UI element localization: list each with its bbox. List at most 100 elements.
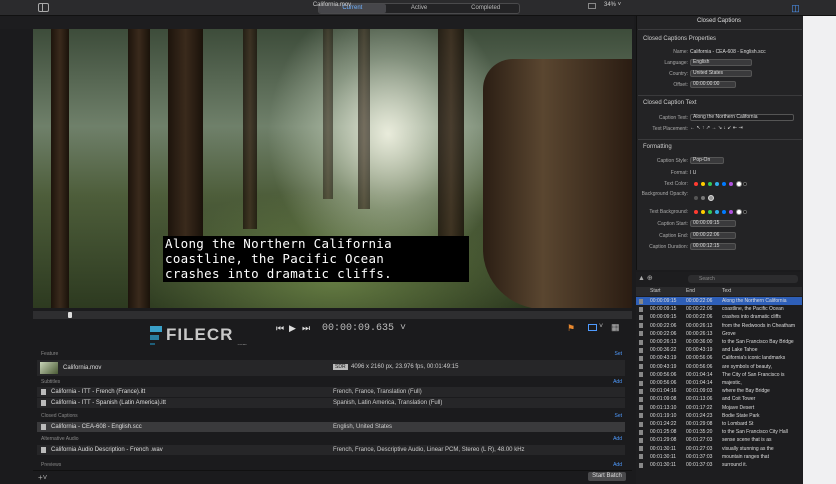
caption-list-row[interactable]: 00:01:04:16 00:01:09:03 where the Bay Brid…: [636, 387, 802, 395]
caption-list-row[interactable]: 00:01:30:11 00:01:27:03 visually stunning …: [636, 445, 802, 453]
batch-icon[interactable]: ▦: [611, 322, 620, 333]
timecode-display[interactable]: 00:00:09.635 ˅: [322, 323, 406, 334]
caption-list-row[interactable]: 00:01:29:08 00:01:27:03 sense scene that i…: [636, 436, 802, 444]
caption-list-row[interactable]: 00:00:09:15 00:00:22:06 coastline, the Pac…: [636, 305, 802, 313]
caption-list-row[interactable]: 00:00:26:13 00:00:36:00 to the San Francis…: [636, 338, 802, 346]
text-color-label: Text Color:: [664, 181, 688, 187]
skip-back-icon[interactable]: ⏮: [276, 323, 284, 334]
caption-end-field[interactable]: 00:00:22:06: [690, 232, 736, 239]
caption-list-row[interactable]: 00:00:56:06 00:01:04:14 majestic,: [636, 379, 802, 387]
feature-set-button[interactable]: Set: [614, 351, 622, 357]
color-swatch[interactable]: [694, 182, 698, 186]
divider: [638, 139, 802, 140]
caption-list-row[interactable]: 00:00:36:22 00:00:43:19 and Lake Tahoe: [636, 346, 802, 354]
add-remove-caption-icons[interactable]: ▲ ⊕: [638, 274, 653, 282]
caption-duration-field[interactable]: 00:00:12:15: [690, 243, 736, 250]
format-buttons[interactable]: I U: [690, 170, 696, 176]
alt-audio-row[interactable]: California Audio Description - French .w…: [37, 445, 625, 455]
caption-list-row[interactable]: 00:00:22:06 00:00:26:13 from the Redwoods …: [636, 322, 802, 330]
previews-add-button[interactable]: Add: [613, 462, 622, 468]
text-placement-buttons[interactable]: ← ↖ ↑ ↗ → ↘ ↓ ↙ ⇤ ⇥: [690, 125, 743, 131]
caption-list-row[interactable]: 00:01:19:10 00:01:24:23 Bodie State Park: [636, 412, 802, 420]
color-swatch[interactable]: [722, 210, 726, 214]
opacity-swatch[interactable]: [694, 196, 698, 200]
caption-text-cell: Along the Northern California: [722, 298, 787, 304]
caption-list-row[interactable]: 00:00:09:15 00:00:22:06 crashes into drama…: [636, 313, 802, 321]
zoom-popup[interactable]: 34% ˅: [604, 2, 621, 8]
caption-list-row[interactable]: 00:01:30:11 00:01:37:03 mountain ranges th…: [636, 453, 802, 461]
caption-start-field[interactable]: 00:00:09:15: [690, 220, 736, 227]
offset-field[interactable]: 00:00:00:00: [690, 81, 736, 88]
caption-end-label: Caption End:: [659, 233, 688, 239]
color-swatch[interactable]: [736, 209, 742, 215]
opacity-swatch[interactable]: [701, 196, 705, 200]
feature-row[interactable]: California.mov SDR 4096 x 2160 px, 23.97…: [37, 360, 625, 376]
caption-list-row[interactable]: 00:00:56:06 00:01:04:14 The City of San Fr…: [636, 371, 802, 379]
caption-text-field[interactable]: Along the Northern California: [690, 114, 794, 121]
play-icon[interactable]: ▶: [289, 323, 296, 334]
color-swatch[interactable]: [736, 181, 742, 187]
caption-icon: [639, 462, 643, 468]
color-swatch[interactable]: [708, 210, 712, 214]
caption-list-row[interactable]: 00:00:22:06 00:00:26:13 Grove: [636, 330, 802, 338]
country-popup[interactable]: United States: [690, 70, 752, 77]
caption-start-cell: 00:01:30:11: [650, 462, 677, 468]
caption-list-row[interactable]: 00:00:09:15 00:00:22:06 Along the Northern…: [636, 297, 802, 305]
caption-style-popup[interactable]: Pop-On: [690, 157, 724, 164]
caption-list-row[interactable]: 00:01:09:08 00:01:13:06 and Coit Tower: [636, 395, 802, 403]
color-swatch[interactable]: [729, 182, 733, 186]
closed-caption-row[interactable]: California - CEA-608 - English.scc Engli…: [37, 422, 625, 432]
column-header-start[interactable]: Start: [650, 288, 661, 294]
opacity-swatch[interactable]: [708, 195, 714, 201]
skip-forward-icon[interactable]: ⏭: [302, 323, 310, 334]
chevron-down-icon[interactable]: ˅: [599, 323, 603, 330]
page-margin: [803, 16, 836, 484]
caption-list-row[interactable]: 00:01:13:10 00:01:17:22 Mojave Desert: [636, 404, 802, 412]
caption-end-cell: 00:01:13:06: [686, 396, 713, 403]
column-header-text[interactable]: Text: [722, 288, 731, 294]
caption-list-row[interactable]: 00:00:43:19 00:00:56:06 California's iconi…: [636, 354, 802, 362]
subtitle-row[interactable]: California - ITT - Spanish (Latin Americ…: [37, 398, 625, 408]
timeline-scrubber[interactable]: [33, 311, 632, 319]
caption-style-label: Caption Style:: [656, 158, 688, 164]
aspect-ratio-icon[interactable]: [588, 3, 596, 9]
caption-list-row[interactable]: 00:01:24:22 00:01:29:08 to Lombard St: [636, 420, 802, 428]
color-swatch[interactable]: [708, 182, 712, 186]
previews-section-label: Previews: [41, 462, 62, 468]
color-swatch[interactable]: [701, 182, 705, 186]
column-header-end[interactable]: End: [686, 288, 695, 294]
color-swatch[interactable]: [715, 182, 719, 186]
color-swatch[interactable]: [743, 182, 747, 186]
marker-flag-icon[interactable]: ⚑: [567, 323, 575, 334]
caption-start-cell: 00:00:09:15: [650, 306, 677, 313]
caption-list-row[interactable]: 00:01:30:11 00:01:37:03 surround it.: [636, 461, 802, 469]
inspector-toggle-icon[interactable]: ◫: [790, 3, 801, 13]
add-menu-icon[interactable]: +˅: [38, 473, 47, 482]
start-batch-button[interactable]: Start Batch: [588, 472, 626, 481]
color-swatch[interactable]: [729, 210, 733, 214]
caption-overlay[interactable]: Along the Northern California coastline,…: [163, 236, 469, 282]
subtitles-add-button[interactable]: Add: [613, 379, 622, 385]
transport-bar: [0, 320, 634, 338]
closed-captions-set-button[interactable]: Set: [614, 413, 622, 419]
color-swatch[interactable]: [694, 210, 698, 214]
caption-list-row[interactable]: 00:01:25:08 00:01:35:20 to the San Francis…: [636, 428, 802, 436]
caption-text-cell: Bodie State Park: [722, 412, 760, 419]
offset-label: Offset:: [673, 82, 688, 88]
caption-search-input[interactable]: Search: [688, 275, 798, 283]
caption-start-cell: 00:00:22:06: [650, 330, 677, 337]
attachments-panel: Feature Set California.mov SDR 4096 x 21…: [33, 345, 632, 470]
color-swatch[interactable]: [715, 210, 719, 214]
caption-icon: [639, 446, 643, 452]
caption-text-cell: sense scene that is as: [722, 437, 772, 444]
language-popup[interactable]: English: [690, 59, 752, 66]
color-swatch[interactable]: [701, 210, 705, 214]
alt-audio-add-button[interactable]: Add: [613, 436, 622, 442]
caption-list-row[interactable]: 00:00:43:19 00:00:56:06 are symbols of bea…: [636, 363, 802, 371]
tree-trunk: [168, 29, 203, 259]
display-icon[interactable]: [588, 324, 597, 331]
color-swatch[interactable]: [722, 182, 726, 186]
color-swatch[interactable]: [743, 210, 747, 214]
playhead[interactable]: [68, 312, 72, 318]
subtitle-row[interactable]: California - ITT - French (France).itt F…: [37, 387, 625, 397]
